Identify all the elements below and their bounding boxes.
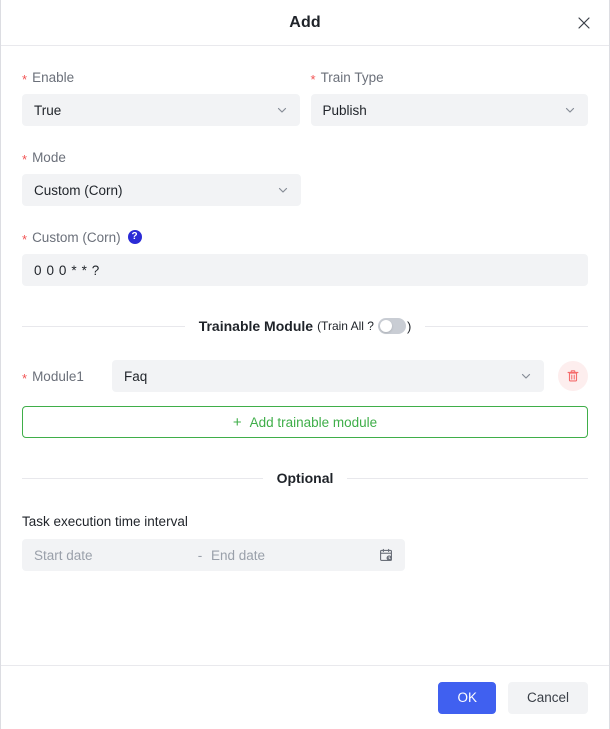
train-all-group: (Train All ? ) [317, 318, 411, 334]
train-type-select[interactable]: Publish [310, 94, 588, 126]
required-marker: * [22, 71, 28, 87]
field-label-enable: * Enable [22, 68, 300, 86]
divider-text: Optional [263, 470, 348, 486]
label-text: Mode [32, 149, 66, 165]
label-text: Custom (Corn) [32, 229, 121, 245]
train-all-label: (Train All ? [317, 319, 374, 333]
form-row-mode: * Mode Custom (Corn) [22, 148, 588, 206]
field-mode: * Mode Custom (Corn) [22, 148, 301, 206]
form-row-enable-traintype: * Enable True * Train Type Publish [22, 68, 588, 126]
task-execution-time-interval-label: Task execution time interval [22, 514, 188, 529]
field-train-type: * Train Type Publish [310, 68, 589, 126]
custom-corn-input[interactable]: 0 0 0 * * ? [22, 254, 588, 286]
start-date-input[interactable]: Start date [34, 548, 189, 563]
dialog-footer: OK Cancel [1, 665, 609, 729]
label-text: Train Type [320, 69, 384, 85]
chevron-down-icon [277, 184, 289, 196]
divider-line-left [22, 325, 185, 327]
module-select-value: Faq [124, 368, 148, 384]
close-icon[interactable] [573, 12, 595, 34]
module-select[interactable]: Faq [112, 360, 544, 392]
train-all-toggle[interactable] [377, 318, 406, 334]
train-type-select-value: Publish [322, 102, 367, 118]
date-range-picker[interactable]: Start date - End date [22, 539, 405, 571]
module-label: * Module1 [22, 368, 112, 386]
chevron-down-icon [276, 104, 288, 116]
divider-line-left [22, 477, 263, 479]
field-label-mode: * Mode [22, 148, 301, 166]
label-text: Enable [32, 69, 75, 85]
mode-select[interactable]: Custom (Corn) [22, 174, 301, 206]
cancel-button[interactable]: Cancel [507, 681, 588, 714]
required-marker: * [310, 71, 316, 87]
divider-text: Trainable Module (Train All ? ) [185, 318, 426, 334]
optional-divider: Optional [22, 468, 588, 488]
field-enable: * Enable True [22, 68, 300, 126]
module-row: * Module1 Faq [22, 360, 588, 392]
divider-line-right [425, 325, 589, 327]
optional-title: Optional [276, 470, 334, 486]
train-all-close-paren: ) [406, 318, 412, 334]
field-label-train-type: * Train Type [311, 68, 589, 86]
toggle-knob [379, 320, 392, 332]
label-text: Module1 [32, 368, 84, 384]
custom-corn-value: 0 0 0 * * ? [34, 262, 100, 278]
required-marker: * [22, 151, 28, 167]
ok-button[interactable]: OK [438, 681, 496, 714]
add-trainable-module-button[interactable]: + Add trainable module [22, 406, 588, 438]
required-marker: * [22, 370, 28, 386]
date-range-separator: - [197, 547, 203, 563]
add-trainable-module-label: Add trainable module [249, 414, 378, 430]
mode-select-value: Custom (Corn) [34, 182, 123, 198]
field-custom-corn: * Custom (Corn) ? 0 0 0 * * ? [22, 228, 588, 286]
dialog-title: Add [289, 13, 321, 31]
enable-select[interactable]: True [22, 94, 300, 126]
dialog-header: Add [1, 0, 609, 46]
help-icon[interactable]: ? [127, 230, 142, 244]
trainable-module-title: Trainable Module [198, 318, 314, 334]
enable-select-value: True [34, 102, 62, 118]
delete-module-button[interactable] [558, 361, 588, 391]
divider-line-right [347, 477, 588, 479]
required-marker: * [22, 231, 28, 247]
plus-icon: + [232, 413, 242, 431]
add-dialog: Add * Enable True * Train Type Publish *… [0, 0, 610, 729]
dialog-body: * Enable True * Train Type Publish * Mod… [1, 46, 609, 665]
end-date-input[interactable]: End date [211, 548, 366, 563]
trash-icon [567, 370, 579, 382]
chevron-down-icon [520, 370, 532, 382]
trainable-module-divider: Trainable Module (Train All ? ) [22, 316, 589, 336]
field-label-custom-corn: * Custom (Corn) ? [22, 228, 588, 246]
chevron-down-icon [564, 104, 576, 116]
calendar-clock-icon [379, 548, 393, 562]
